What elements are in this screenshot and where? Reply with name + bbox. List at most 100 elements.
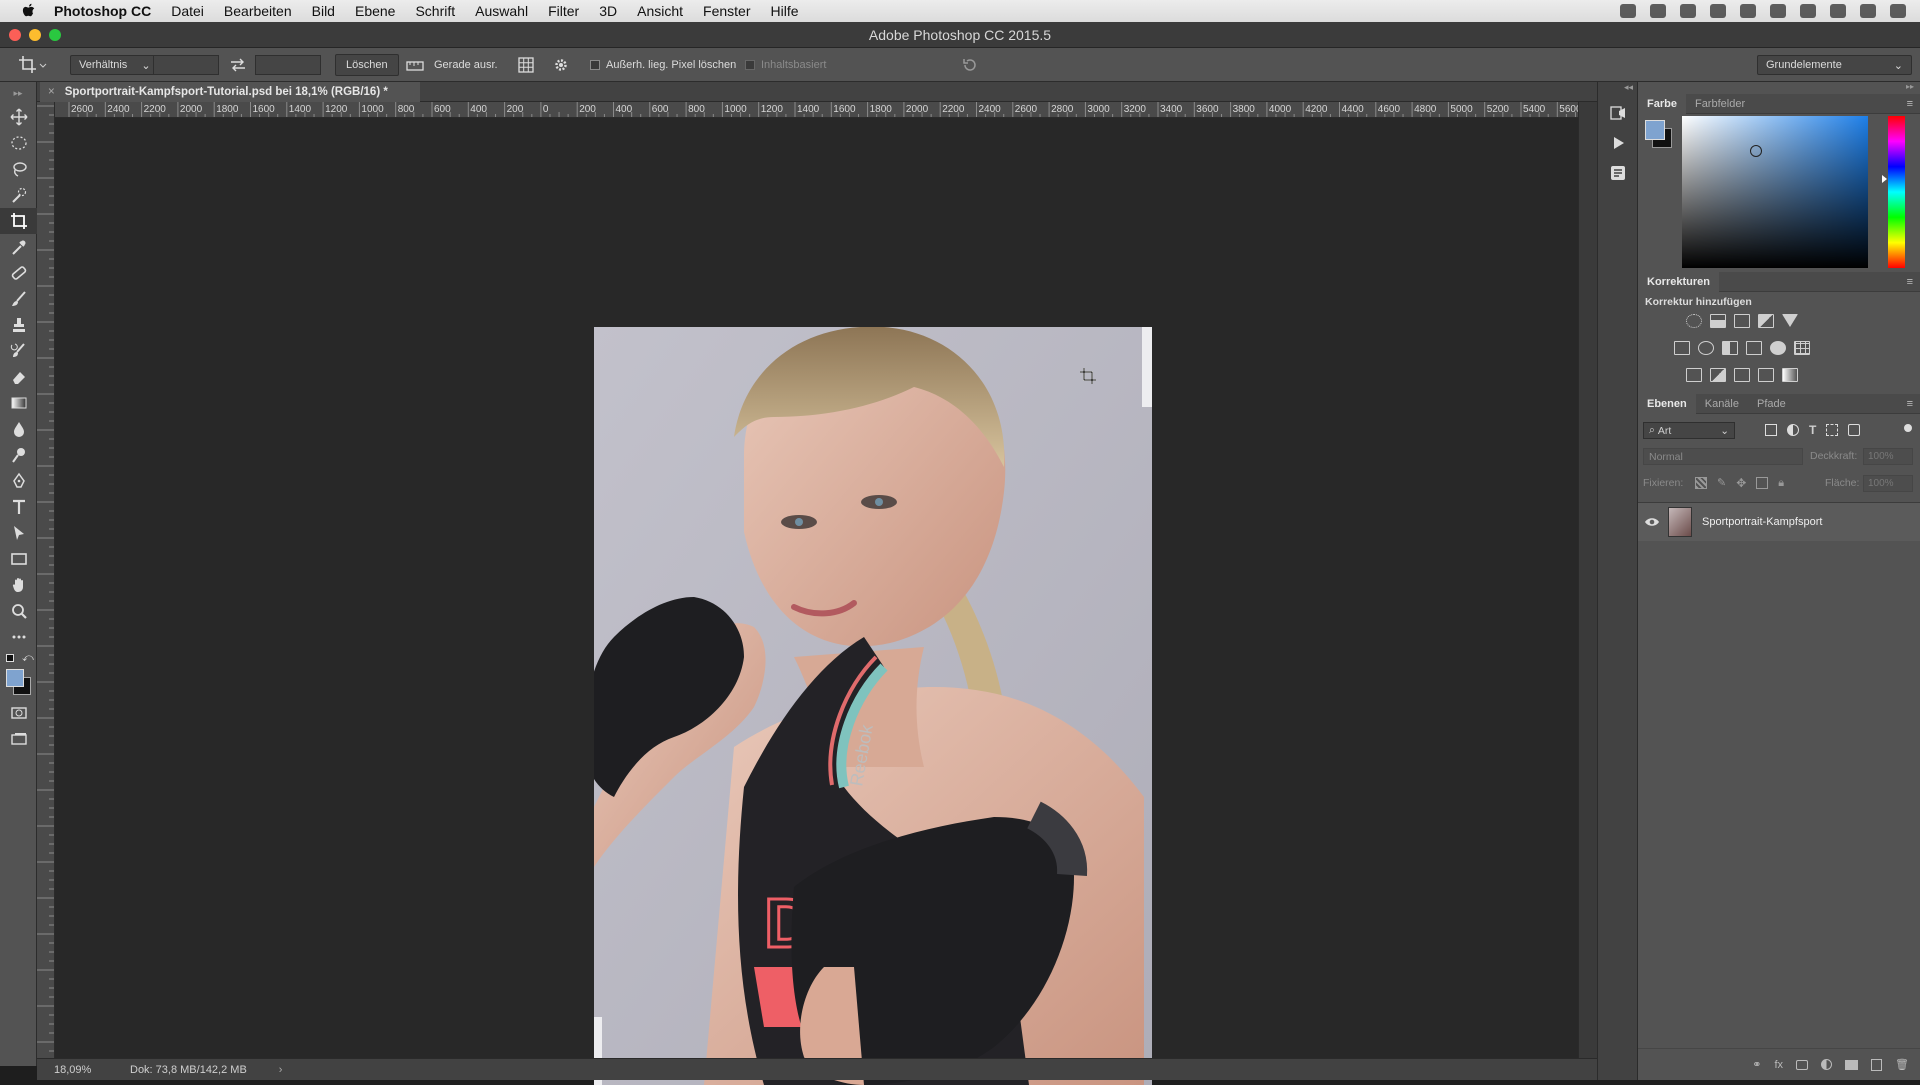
vibrance-icon[interactable] — [1782, 314, 1798, 327]
rectangle-tool-icon[interactable] — [0, 546, 37, 572]
wifi-icon[interactable] — [1830, 4, 1846, 18]
brightness-contrast-icon[interactable] — [1686, 314, 1702, 328]
color-picker-marker[interactable] — [1750, 145, 1762, 157]
screen-mode-icon[interactable] — [0, 726, 37, 752]
delete-cropped-pixels-checkbox[interactable]: Außerh. lieg. Pixel löschen — [590, 54, 736, 76]
tab-ebenen[interactable]: Ebenen — [1638, 393, 1696, 414]
new-adjustment-layer-icon[interactable] — [1821, 1059, 1833, 1070]
collapse-panels-icon[interactable]: ▸▸ — [1638, 82, 1920, 94]
creative-cloud-icon[interactable] — [1620, 4, 1636, 18]
bluetooth-icon[interactable] — [1800, 4, 1816, 18]
add-mask-icon[interactable] — [1796, 1059, 1809, 1070]
blur-tool-icon[interactable] — [0, 416, 37, 442]
vertical-ruler[interactable] — [37, 102, 55, 1058]
menu-3d[interactable]: 3D — [599, 3, 617, 19]
filter-adjustment-icon[interactable] — [1787, 424, 1799, 436]
crop-tool-preset[interactable] — [18, 54, 48, 76]
pen-icon[interactable] — [1710, 4, 1726, 18]
link-layers-icon[interactable]: ⚭ — [1752, 1058, 1761, 1071]
invert-icon[interactable] — [1686, 368, 1702, 382]
curves-icon[interactable] — [1734, 314, 1750, 328]
gradient-tool-icon[interactable] — [0, 390, 37, 416]
menu-datei[interactable]: Datei — [171, 3, 204, 19]
filter-pixel-icon[interactable] — [1765, 424, 1777, 436]
swap-ratio-icon[interactable] — [229, 54, 247, 76]
new-layer-icon[interactable] — [1871, 1058, 1883, 1071]
path-selection-tool-icon[interactable] — [0, 520, 37, 546]
document-photo[interactable]: DY Reebok — [594, 327, 1152, 1085]
content-aware-checkbox[interactable]: Inhaltsbasiert — [745, 54, 826, 76]
close-window-button[interactable] — [9, 29, 21, 41]
fx-icon[interactable]: fx — [1774, 1059, 1783, 1071]
lock-transparent-icon[interactable] — [1695, 477, 1707, 489]
notification-list-icon[interactable] — [1890, 4, 1906, 18]
collapse-dock-icon[interactable]: ◂◂ — [1598, 82, 1637, 98]
new-group-icon[interactable] — [1845, 1059, 1859, 1070]
layer-row[interactable]: Sportportrait-Kampfsport — [1638, 503, 1920, 541]
dodge-tool-icon[interactable] — [0, 442, 37, 468]
color-lookup-icon[interactable] — [1794, 341, 1810, 355]
color-balance-icon[interactable] — [1698, 341, 1714, 355]
filter-toggle-switch[interactable] — [1904, 424, 1912, 432]
overlay-grid-icon[interactable] — [518, 54, 534, 76]
history-panel-icon[interactable] — [1598, 98, 1637, 128]
opacity-field[interactable]: 100% — [1863, 448, 1913, 465]
ratio-select[interactable]: Verhältnis ⌄ — [70, 55, 160, 75]
actions-panel-icon[interactable] — [1598, 128, 1637, 158]
collapse-toolbar-icon[interactable]: ▸▸ — [0, 82, 36, 104]
apple-icon[interactable] — [18, 3, 40, 19]
filter-shape-icon[interactable] — [1826, 424, 1839, 436]
menu-auswahl[interactable]: Auswahl — [475, 3, 528, 19]
chevron-right-icon[interactable]: › — [279, 1064, 283, 1076]
filter-smart-object-icon[interactable] — [1848, 424, 1861, 436]
color-foreground-swatch[interactable] — [1645, 120, 1665, 140]
trash-icon[interactable]: 🗑︎ — [1895, 1058, 1909, 1071]
levels-icon[interactable] — [1710, 314, 1726, 328]
eyedropper-tool-icon[interactable] — [0, 234, 37, 260]
menu-fenster[interactable]: Fenster — [703, 3, 750, 19]
minimize-window-button[interactable] — [29, 29, 41, 41]
photo-filter-icon[interactable] — [1746, 341, 1762, 355]
marquee-tool-icon[interactable] — [0, 130, 37, 156]
document-tab[interactable]: × Sportportrait-Kampfsport-Tutorial.psd … — [40, 82, 420, 102]
move-tool-icon[interactable] — [0, 104, 37, 130]
reset-icon[interactable] — [961, 54, 979, 76]
tab-farbe[interactable]: Farbe — [1638, 93, 1686, 114]
hue-slider[interactable] — [1882, 116, 1905, 268]
panel-menu-icon[interactable]: ≡ — [1907, 398, 1913, 410]
workspace-select[interactable]: Grundelemente ⌄ — [1757, 55, 1912, 75]
swap-colors-icon[interactable]: ⤺ — [22, 652, 34, 665]
lock-image-icon[interactable]: ✎ — [1717, 477, 1726, 489]
threshold-icon[interactable] — [1734, 368, 1750, 382]
lock-position-icon[interactable]: ✥ — [1736, 477, 1746, 489]
record-icon[interactable] — [1740, 4, 1756, 18]
gradient-map-icon[interactable] — [1782, 368, 1798, 382]
layer-name[interactable]: Sportportrait-Kampfsport — [1702, 516, 1822, 528]
healing-brush-tool-icon[interactable] — [0, 260, 37, 286]
black-white-icon[interactable] — [1722, 341, 1738, 355]
clone-stamp-tool-icon[interactable] — [0, 312, 37, 338]
canvas-area[interactable]: DY Reebok — [55, 118, 1578, 1085]
layer-filter-select[interactable]: ⌕ Art ⌄ — [1643, 422, 1735, 439]
panel-menu-icon[interactable]: ≡ — [1907, 98, 1913, 110]
type-tool-icon[interactable] — [0, 494, 37, 520]
menu-bild[interactable]: Bild — [312, 3, 335, 19]
color-picker-field[interactable] — [1682, 116, 1868, 268]
lock-all-icon[interactable]: 🔒︎ — [1778, 477, 1784, 489]
more-tools-icon[interactable] — [0, 624, 37, 650]
pen-tool-icon[interactable] — [0, 468, 37, 494]
menu-schrift[interactable]: Schrift — [415, 3, 455, 19]
ratio-height-field[interactable] — [255, 55, 321, 75]
hue-saturation-icon[interactable] — [1674, 341, 1690, 355]
brush-tool-icon[interactable] — [0, 286, 37, 312]
selective-color-icon[interactable] — [1758, 368, 1774, 382]
menu-filter[interactable]: Filter — [548, 3, 579, 19]
sync-icon[interactable] — [1650, 4, 1666, 18]
menu-ansicht[interactable]: Ansicht — [637, 3, 683, 19]
menu-bearbeiten[interactable]: Bearbeiten — [224, 3, 292, 19]
document-vertical-scrollbar[interactable] — [1578, 102, 1597, 1058]
foreground-color-swatch[interactable] — [6, 669, 24, 687]
exposure-icon[interactable] — [1758, 314, 1774, 328]
app-menu[interactable]: Photoshop CC — [54, 3, 151, 19]
posterize-icon[interactable] — [1710, 368, 1726, 382]
